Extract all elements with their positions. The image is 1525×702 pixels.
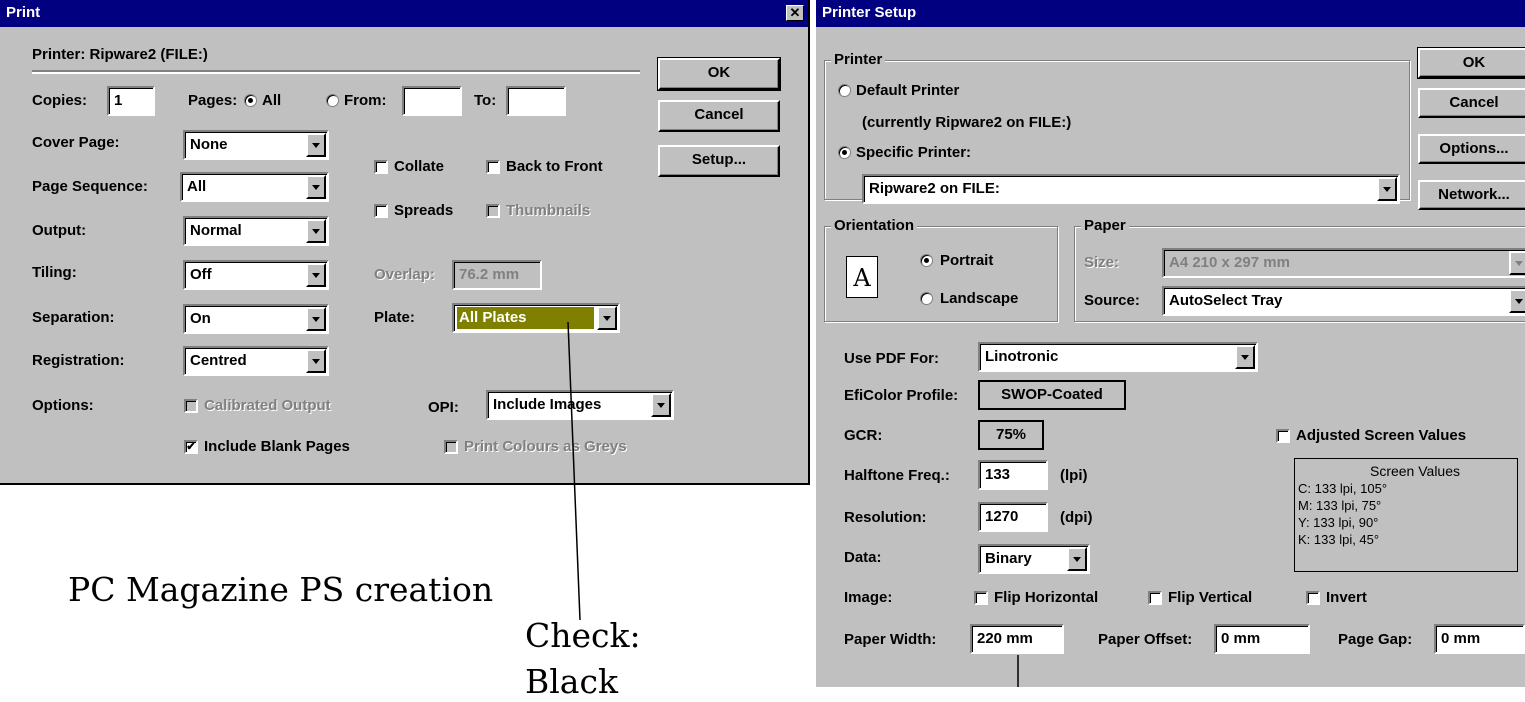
annotation-lines [567, 321, 1019, 687]
plate-pointer-line [567, 321, 581, 621]
